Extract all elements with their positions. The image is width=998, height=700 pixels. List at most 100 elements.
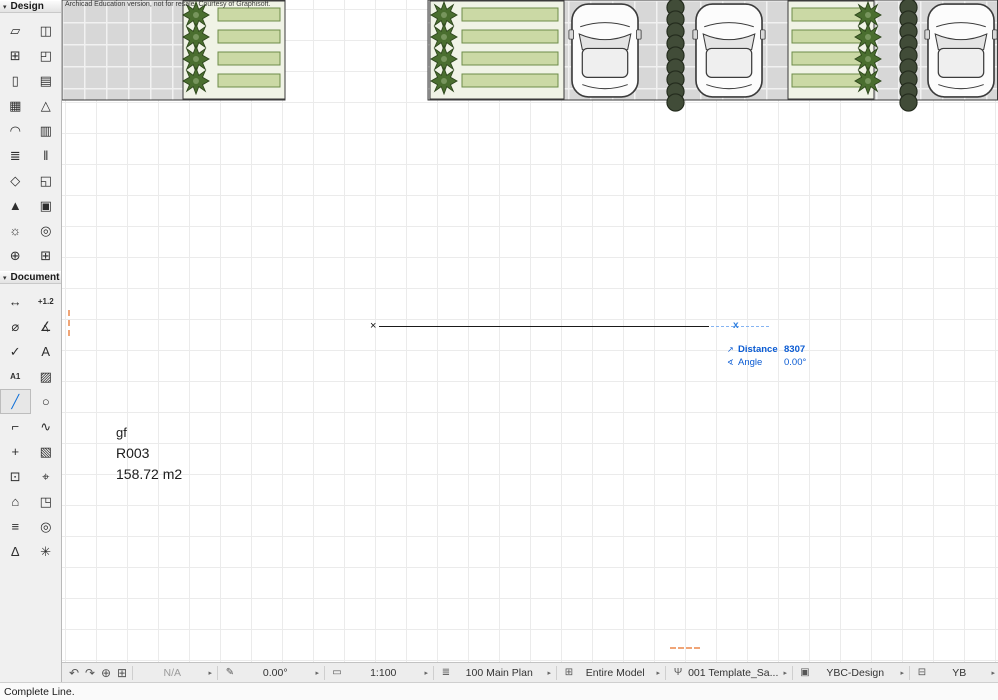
beam-tool[interactable]: ▤: [31, 68, 62, 93]
curtain-wall-tool[interactable]: ▥: [31, 118, 62, 143]
overflow-selector[interactable]: ⊟ YB ▸: [912, 664, 998, 682]
hotlink-tool[interactable]: ⊕: [0, 243, 31, 268]
design-tool-grid: ▱ ◫ ⊞ ◰ ▯ ▤ ▦ △ ◠ ▥ ≣ ‖ ◇ ◱ ▲ ▣ ☼ ◎ ⊕ ⊞: [0, 13, 61, 271]
dimension-tool-icon: ↔: [8, 294, 22, 309]
zone-label: gf R003 158.72 m2: [116, 422, 182, 485]
worksheet-tool[interactable]: ≡: [0, 514, 31, 539]
detail-tool-icon: ◎: [40, 519, 52, 534]
object-tool-icon: ▣: [39, 198, 52, 213]
quick-options-bar: ↶ ↷ ⊕ ⊞ N/A ▸ ✎ 0.00° ▸ ▭ 1:100 ▸ ≣ 100 Main Plan ▸ ⊞ En…: [62, 662, 998, 682]
grid-tool[interactable]: ⊞: [31, 243, 62, 268]
radial-dimension-tool[interactable]: ⌀: [0, 314, 31, 339]
status-message: Complete Line.: [4, 685, 75, 698]
window-tool[interactable]: ⊞: [0, 43, 31, 68]
angle-value[interactable]: 0.00°: [784, 356, 806, 369]
corner-window-tool[interactable]: ◰: [31, 43, 62, 68]
hotlink-tool-icon: ⊕: [9, 248, 21, 263]
column-tool-icon: ▯: [11, 73, 19, 88]
cursor-dash-line: [711, 326, 769, 327]
zone-area: 158.72 m2: [116, 466, 183, 482]
line-tool[interactable]: ╱: [0, 389, 31, 414]
zone-name: gf: [116, 425, 127, 440]
orientation-selector[interactable]: ✎ 0.00° ▸: [220, 664, 322, 682]
profile-selector[interactable]: ▣ YBC-Design ▸: [795, 664, 907, 682]
spline-tool-icon: ∿: [40, 419, 52, 434]
roof-tool[interactable]: △: [31, 93, 62, 118]
scale-selector[interactable]: ▭ 1:100 ▸: [327, 664, 431, 682]
story-selector-value: 100 Main Plan: [465, 666, 533, 679]
design-section-header[interactable]: ▾ Design: [0, 0, 61, 13]
lamp-tool[interactable]: ☼: [0, 218, 31, 243]
railing-tool[interactable]: ‖: [31, 143, 62, 168]
angle-dimension-tool-icon: ∡: [39, 319, 52, 334]
morph-tool-icon: ◇: [10, 173, 21, 188]
door-tool[interactable]: ◫: [31, 18, 62, 43]
shell-tool-icon: ◠: [9, 123, 21, 138]
object-tool[interactable]: ▣: [31, 193, 62, 218]
morph-tool[interactable]: ◇: [0, 168, 31, 193]
fill-tool[interactable]: ▨: [31, 364, 62, 389]
polyline-tool[interactable]: ⌐: [0, 414, 31, 439]
pen-set-selector-value: N/A: [163, 666, 181, 679]
shell-tool[interactable]: ◠: [0, 118, 31, 143]
opening-tool[interactable]: ◎: [31, 218, 62, 243]
polyline-tool-icon: ⌐: [11, 419, 20, 434]
zoom-undo-icon[interactable]: ↶: [66, 664, 82, 682]
stair-tool[interactable]: ≣: [0, 143, 31, 168]
fit-in-window-icon[interactable]: ⊞: [114, 664, 130, 682]
orientation-selector-icon: ✎: [225, 667, 235, 678]
wall-tool[interactable]: ▱: [0, 18, 31, 43]
overflow-selector-icon: ⊟: [917, 667, 927, 678]
figure-tool[interactable]: ▧: [31, 439, 62, 464]
spline-tool[interactable]: ∿: [31, 414, 62, 439]
circle-tool-icon: ○: [41, 394, 50, 409]
line-start-marker: ×: [370, 320, 377, 332]
floor-plan-canvas[interactable]: Archicad Education version, not for resa…: [62, 0, 998, 662]
distance-value[interactable]: 8307: [784, 343, 805, 356]
circle-tool[interactable]: ○: [31, 389, 62, 414]
collapse-arrow-icon: ▾: [3, 3, 7, 11]
zoom-redo-icon[interactable]: ↷: [82, 664, 98, 682]
interior-elevation-tool[interactable]: ◳: [31, 489, 62, 514]
camera-tool[interactable]: ✳: [31, 539, 62, 564]
lamp-tool-icon: ☼: [9, 223, 22, 238]
document-section-header[interactable]: ▾ Document: [0, 271, 61, 284]
section-tool[interactable]: ⌖: [31, 464, 62, 489]
elevation-dimension-tool[interactable]: ✓: [0, 339, 31, 364]
elevation-tool[interactable]: ⌂: [0, 489, 31, 514]
pen-set-selector[interactable]: N/A ▸: [135, 664, 215, 682]
scale-selector-value: 1:100: [370, 666, 397, 679]
level-dimension-tool-icon: +1.2: [37, 296, 54, 306]
slab-tool[interactable]: ▦: [0, 93, 31, 118]
separator: [665, 665, 666, 680]
model-filter-selector[interactable]: ⊞ Entire Model ▸: [559, 664, 663, 682]
story-selector[interactable]: ≣ 100 Main Plan ▸: [436, 664, 554, 682]
angle-dimension-tool[interactable]: ∡: [31, 314, 62, 339]
label-tool-icon: A1: [10, 371, 21, 381]
template-selector[interactable]: Ψ 001 Template_Sa... ▸: [668, 664, 790, 682]
chevron-right-icon: ▸: [656, 669, 660, 677]
mesh-tool-icon: ▲: [8, 198, 22, 213]
hotspot-tool[interactable]: +: [0, 439, 31, 464]
level-dimension-tool[interactable]: +1.2: [31, 289, 62, 314]
change-tool[interactable]: Δ: [0, 539, 31, 564]
drawing-tool[interactable]: ⊡: [0, 464, 31, 489]
curtain-wall-tool-icon: ▥: [39, 123, 52, 138]
section-tool-icon: ⌖: [42, 469, 50, 484]
hotspot-tool-icon: +: [11, 444, 20, 459]
mesh-tool[interactable]: ▲: [0, 193, 31, 218]
zoom-in-icon[interactable]: ⊕: [98, 664, 114, 682]
text-tool[interactable]: A: [31, 339, 62, 364]
roof-tool-icon: △: [40, 98, 51, 113]
radial-dimension-tool-icon: ⌀: [11, 319, 20, 334]
zone-tool[interactable]: ◱: [31, 168, 62, 193]
model-filter-selector-value: Entire Model: [585, 666, 645, 679]
text-tool-icon: A: [41, 344, 51, 359]
elevation-dimension-tool-icon: ✓: [9, 344, 21, 359]
label-tool[interactable]: A1: [0, 364, 31, 389]
trace-marker-left: [68, 310, 70, 336]
separator: [792, 665, 793, 680]
dimension-tool[interactable]: ↔: [0, 289, 31, 314]
detail-tool[interactable]: ◎: [31, 514, 62, 539]
column-tool[interactable]: ▯: [0, 68, 31, 93]
